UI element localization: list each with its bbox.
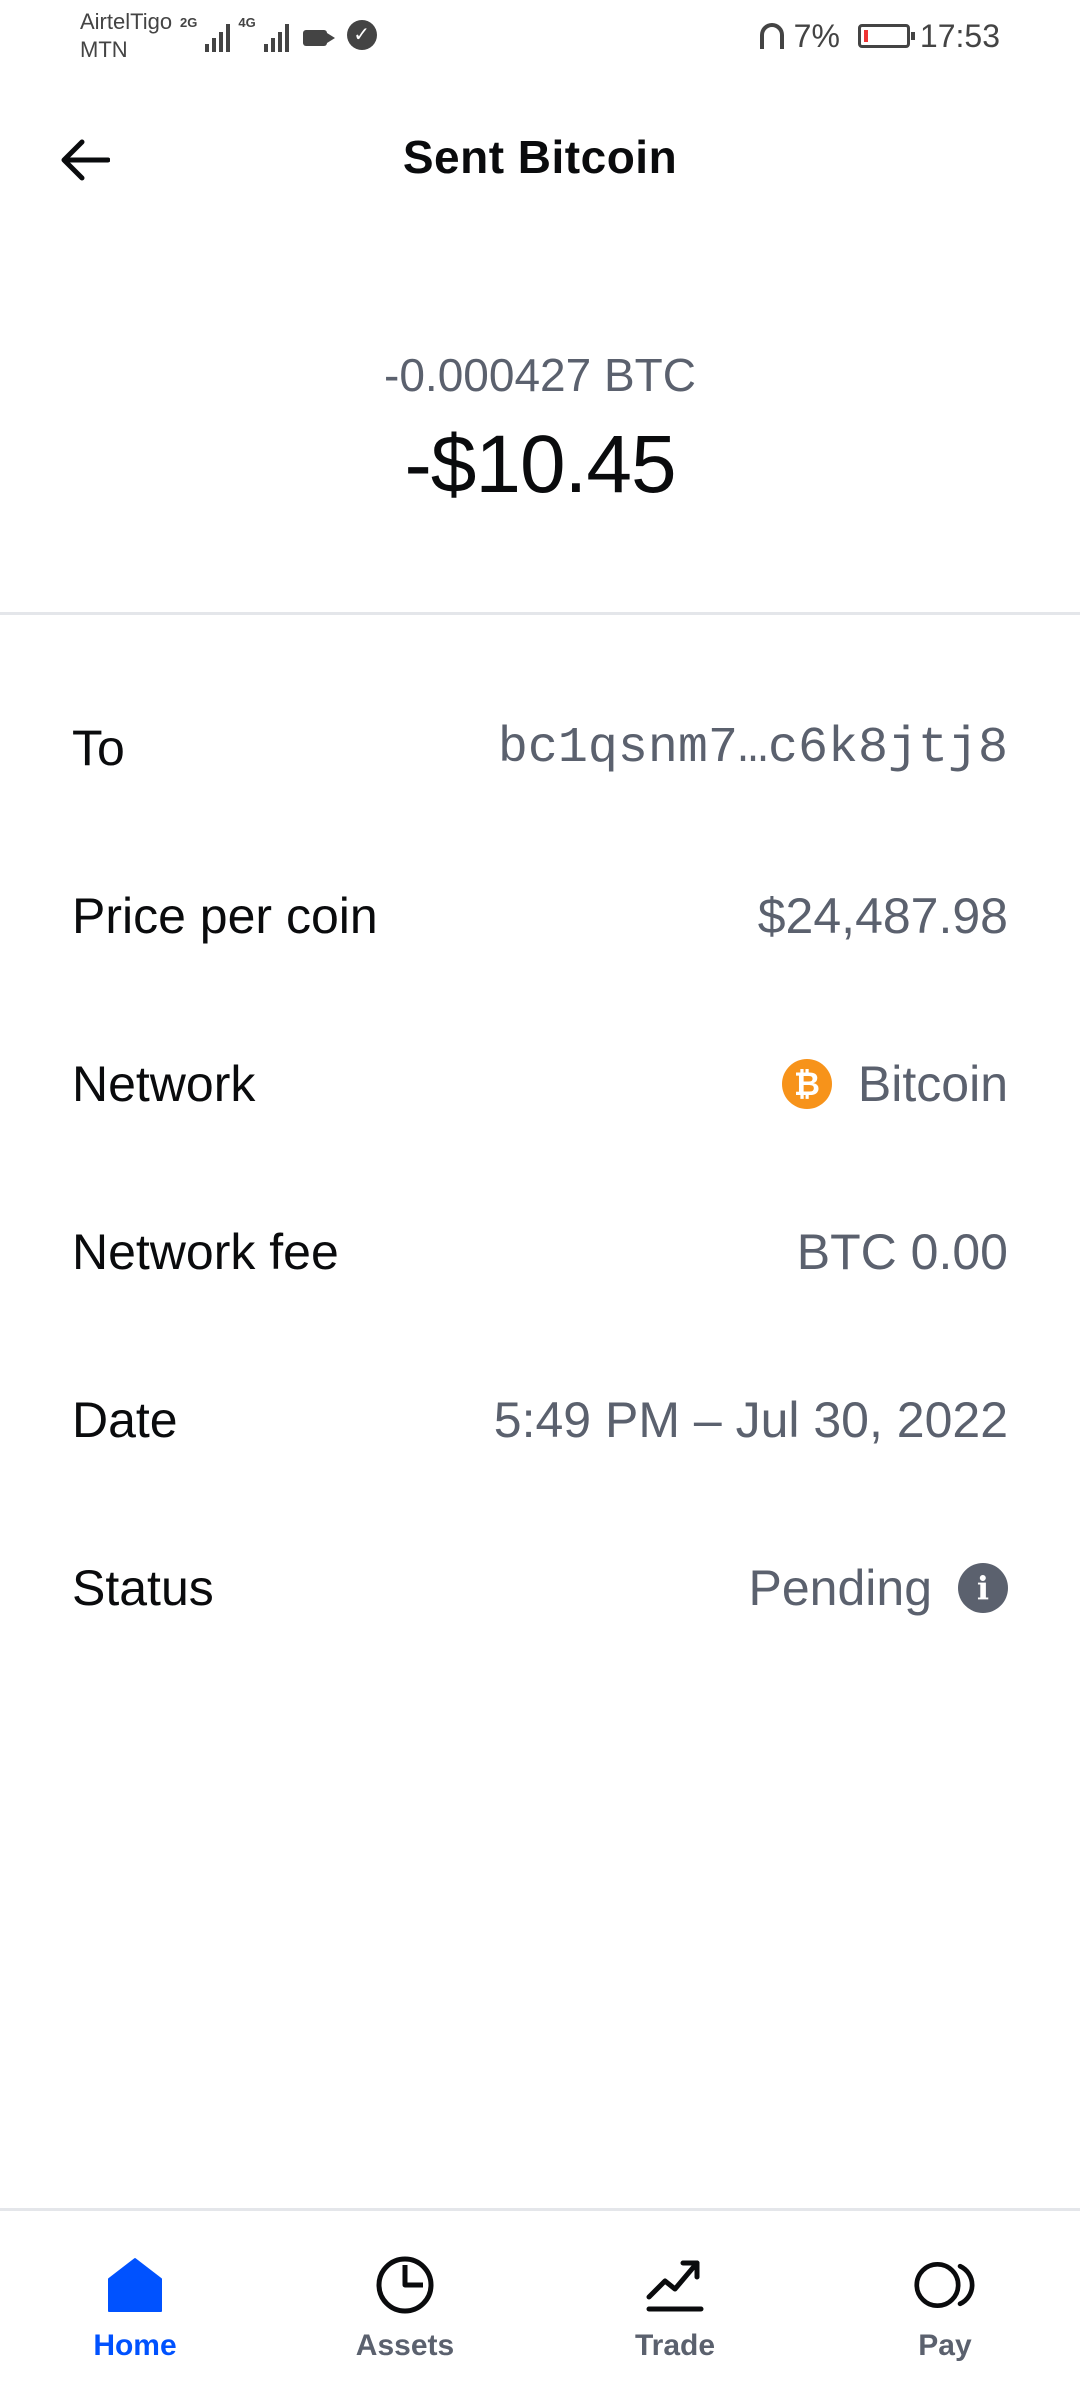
detail-label: Date — [72, 1392, 178, 1448]
signal-bars-icon — [205, 22, 231, 52]
video-icon — [302, 30, 335, 46]
network-type-2: 4G — [238, 15, 256, 30]
detail-row-date: Date 5:49 PM – Jul 30, 2022 — [72, 1336, 1008, 1504]
status-text: Pending — [748, 1560, 933, 1616]
header: Sent Bitcoin — [0, 96, 1080, 216]
divider — [0, 612, 1080, 615]
fiat-amount: -$10.45 — [404, 419, 676, 510]
detail-row-fee: Network fee BTC 0.00 — [72, 1168, 1008, 1336]
transaction-details: To bc1qsnm7…c6k8jtj8 Price per coin $24,… — [72, 664, 1008, 1672]
detail-label: Network fee — [72, 1224, 339, 1280]
signal-bars-icon — [263, 22, 289, 52]
nav-item-trade[interactable]: Trade — [540, 2211, 810, 2400]
nav-label-assets: Assets — [355, 2329, 455, 2362]
detail-row-network: Network ₿ Bitcoin — [72, 1000, 1008, 1168]
battery-icon — [857, 24, 915, 48]
trend-chart-icon — [643, 2253, 707, 2317]
status-bar: AirtelTigo MTN 2G 4G ✓ 7% 17:53 — [0, 0, 1080, 80]
bottom-nav: Home Assets Trade Pay — [0, 2208, 1080, 2400]
crypto-amount: -0.000427 BTC — [384, 349, 696, 401]
pay-icon — [913, 2253, 977, 2317]
pie-chart-icon — [373, 2253, 437, 2317]
headset-icon — [759, 23, 784, 49]
detail-row-status: Status Pending i — [72, 1504, 1008, 1672]
detail-label: To — [72, 720, 125, 776]
nav-item-pay[interactable]: Pay — [810, 2211, 1080, 2400]
nav-item-assets[interactable]: Assets — [270, 2211, 540, 2400]
battery-percent: 7% — [793, 17, 840, 54]
clock: 17:53 — [919, 17, 1000, 54]
carrier-names: AirtelTigo MTN — [80, 8, 172, 64]
date-value: 5:49 PM – Jul 30, 2022 — [493, 1392, 1008, 1448]
home-icon — [103, 2253, 167, 2317]
price-per-coin-value: $24,487.98 — [757, 888, 1008, 944]
carrier-1: AirtelTigo — [80, 9, 173, 34]
bitcoin-icon: ₿ — [781, 1059, 832, 1109]
nav-item-home[interactable]: Home — [0, 2211, 270, 2400]
nav-label-pay: Pay — [918, 2329, 972, 2362]
nav-label-home: Home — [93, 2329, 177, 2362]
recipient-address[interactable]: bc1qsnm7…c6k8jtj8 — [498, 720, 1008, 777]
signal-icons: 2G 4G ✓ — [180, 16, 377, 52]
network-name: Bitcoin — [857, 1056, 1008, 1112]
detail-row-to[interactable]: To bc1qsnm7…c6k8jtj8 — [72, 664, 1008, 832]
network-fee-value: BTC 0.00 — [796, 1224, 1008, 1280]
status-value: Pending i — [748, 1559, 1008, 1617]
page-title: Sent Bitcoin — [402, 131, 678, 183]
detail-label: Network — [72, 1056, 256, 1112]
carrier-2: MTN — [80, 37, 128, 62]
nav-label-trade: Trade — [634, 2329, 716, 2362]
network-type-1: 2G — [180, 15, 198, 30]
detail-label: Status — [72, 1560, 214, 1616]
status-right: 7% 17:53 — [759, 14, 1000, 58]
detail-label: Price per coin — [72, 888, 378, 944]
network-value: ₿ Bitcoin — [781, 1055, 1008, 1113]
check-circle-icon: ✓ — [346, 20, 377, 50]
transaction-amount: -0.000427 BTC -$10.45 — [0, 340, 1080, 520]
info-icon[interactable]: i — [958, 1563, 1008, 1613]
detail-row-price: Price per coin $24,487.98 — [72, 832, 1008, 1000]
